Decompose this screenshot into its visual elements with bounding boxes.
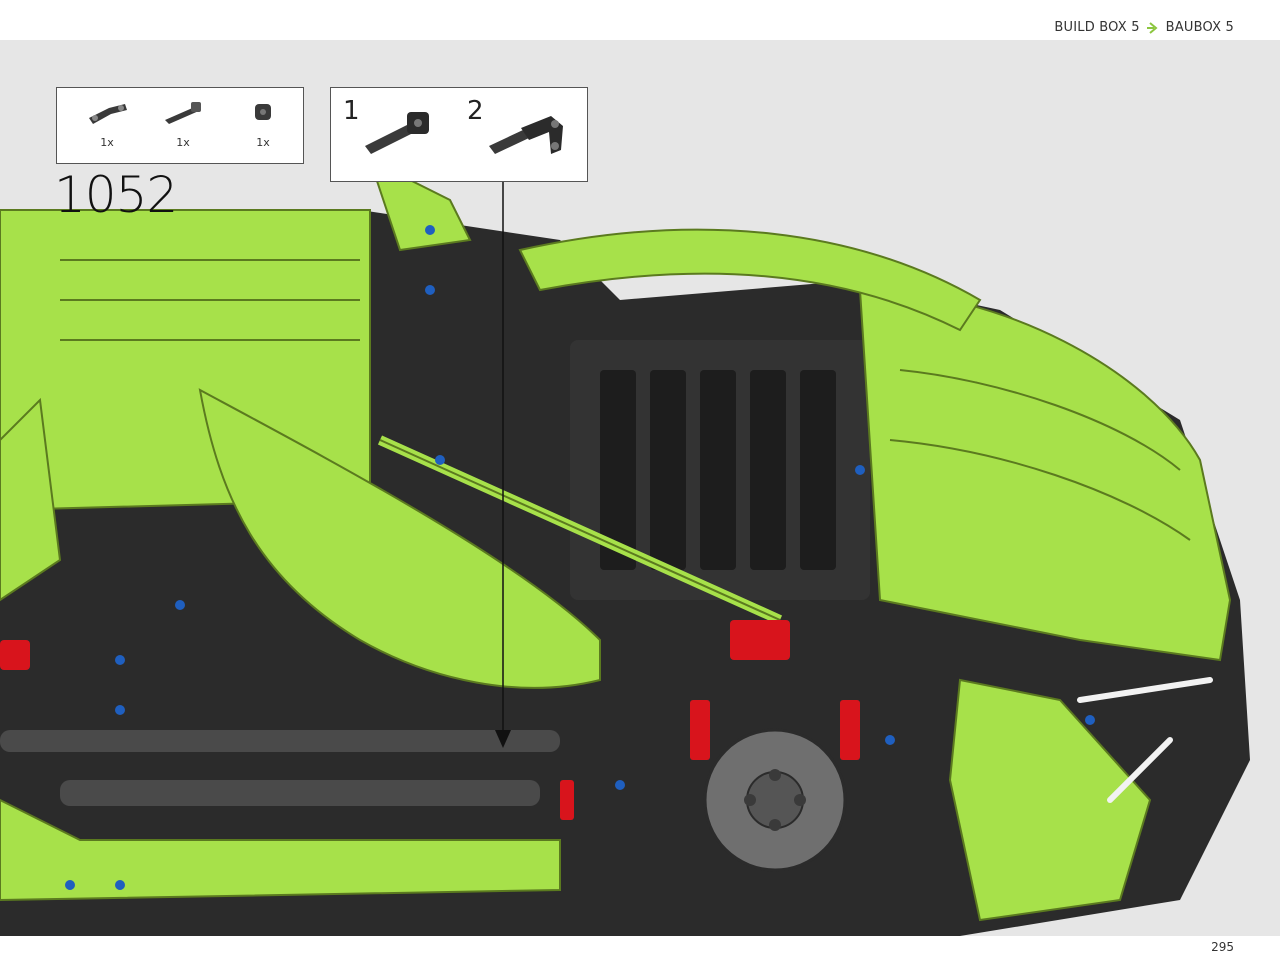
substep-1-label: 1 xyxy=(343,96,360,126)
axle-pin-icon xyxy=(165,102,201,124)
breadcrumb: BUILD BOX 5 BAUBOX 5 xyxy=(1054,20,1234,35)
parts-list: 1x 1x 1x xyxy=(56,87,304,164)
part-qty: 1x xyxy=(176,136,190,149)
axle-pin-icon xyxy=(365,112,429,154)
part-axle-pin: 1x xyxy=(153,100,213,160)
bush-icon xyxy=(255,104,271,120)
liftarm-bent-icon xyxy=(489,116,563,154)
build-box-en: BUILD BOX 5 xyxy=(1054,20,1140,35)
model-illustration xyxy=(0,142,1250,936)
subassembly-callout: 1 2 xyxy=(330,87,588,182)
part-qty: 1x xyxy=(256,136,270,149)
liftarm-bent-icon xyxy=(89,104,127,124)
instruction-stage: 1x 1x 1x 1052 1 2 xyxy=(0,40,1280,936)
part-bush: 1x xyxy=(233,100,293,160)
step-number: 1052 xyxy=(54,166,178,224)
part-qty: 1x xyxy=(100,136,114,149)
chevron-right-icon xyxy=(1146,21,1158,34)
build-box-de: BAUBOX 5 xyxy=(1165,20,1234,35)
page-number: 295 xyxy=(1211,940,1234,954)
substep-2-label: 2 xyxy=(467,96,484,126)
part-liftarm: 1x xyxy=(77,100,137,160)
